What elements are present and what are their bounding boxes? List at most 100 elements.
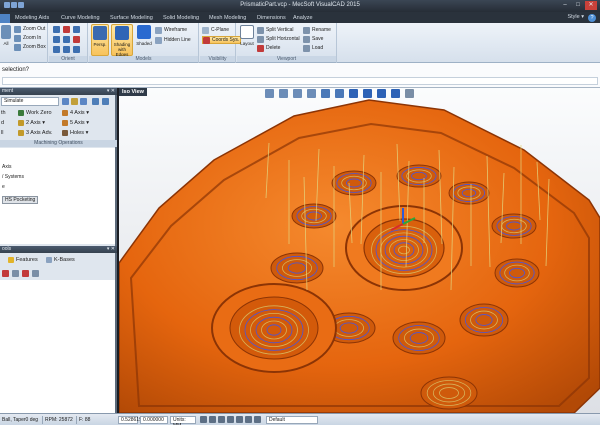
tab-modeling-aids[interactable]: Modeling Aids <box>12 14 52 23</box>
ops-left-item-3[interactable]: ll <box>1 130 3 136</box>
load-viewport-button[interactable]: Load <box>303 44 323 52</box>
ops-left-item-2[interactable]: d <box>1 120 4 126</box>
tab-mesh-modeling[interactable]: Mesh Modeling <box>206 14 249 23</box>
iso-view-icon[interactable] <box>377 89 386 98</box>
tree-item-e[interactable]: e <box>2 184 5 190</box>
units-field[interactable]: Units: MM <box>170 416 196 425</box>
tab-dimensions[interactable]: Dimensions <box>254 14 289 23</box>
holes-icon <box>62 130 68 136</box>
layer-dropdown[interactable]: Default <box>266 416 318 424</box>
view-iso2-icon[interactable] <box>63 46 70 53</box>
rotate-icon[interactable] <box>335 89 344 98</box>
snap-icon-1[interactable] <box>200 416 207 423</box>
snap-icon-5[interactable] <box>236 416 243 423</box>
feature-tool-icon-2[interactable] <box>12 270 19 277</box>
perspective-button[interactable]: Persp. <box>91 24 109 56</box>
view-bottom-icon[interactable] <box>53 36 60 43</box>
zoom-out-button[interactable]: Zoom Out <box>14 25 45 33</box>
coords-sys-button[interactable]: Coords Sys. <box>202 36 242 44</box>
tab-analyze[interactable]: Analyze <box>290 14 316 23</box>
view-iso-icon[interactable] <box>53 46 60 53</box>
minimize-button[interactable]: – <box>559 1 571 10</box>
2-axis-button[interactable]: 2 Axis ▾ <box>18 120 45 126</box>
style-menu[interactable]: Style ▾ <box>567 14 584 20</box>
zoom-extents-icon[interactable] <box>265 89 274 98</box>
x-coord-field[interactable]: 0.528619 <box>118 416 142 424</box>
tool-icon-3[interactable] <box>80 98 87 105</box>
wire-view-icon[interactable] <box>363 89 372 98</box>
view-back-icon[interactable] <box>63 36 70 43</box>
panel-pin-close-icon[interactable]: ▾ ✕ <box>107 88 115 95</box>
view-front-icon[interactable] <box>63 26 70 33</box>
simulate-dropdown[interactable]: Simulate <box>1 97 59 106</box>
3d-viewport[interactable]: Iso View <box>119 88 600 413</box>
work-zero-button[interactable]: Work Zero <box>18 110 52 116</box>
view-top-icon[interactable] <box>53 26 60 33</box>
view-left-icon[interactable] <box>73 36 80 43</box>
tree-item-hs-pocketing[interactable]: HS Pocketing <box>2 196 39 204</box>
view-right-icon[interactable] <box>73 26 80 33</box>
snap-icon-6[interactable] <box>245 416 252 423</box>
command-prompt: selection? <box>2 67 30 73</box>
snap-icon-2[interactable] <box>209 416 216 423</box>
tool-icon-1[interactable] <box>62 98 69 105</box>
k-bases-tab[interactable]: K-Bases <box>46 257 75 263</box>
cplane-button[interactable]: C-Plane <box>202 26 229 34</box>
settings-view-icon[interactable] <box>405 89 414 98</box>
snap-icon-7[interactable] <box>254 416 261 423</box>
tree-item-systems[interactable]: / Systems <box>2 174 24 180</box>
delete-viewport-button[interactable]: Delete <box>257 44 280 52</box>
app-menu-button[interactable] <box>0 14 10 23</box>
help-icon[interactable]: ? <box>588 14 596 22</box>
pan-icon[interactable] <box>321 89 330 98</box>
snap-icon-4[interactable] <box>227 416 234 423</box>
tab-curve-modeling[interactable]: Curve Modeling <box>58 14 103 23</box>
feature-tool-icon-4[interactable] <box>32 270 39 277</box>
tools-panel-close-icon[interactable]: ▾ ✕ <box>107 246 115 253</box>
ribbon-tabs: Modeling Aids Curve Modeling Surface Mod… <box>0 12 600 23</box>
tool-icon-5[interactable] <box>102 98 109 105</box>
machining-operations-label: Machining Operations <box>0 140 117 147</box>
feature-tool-icon-1[interactable] <box>2 270 9 277</box>
holes-button[interactable]: Holes ▾ <box>62 130 88 136</box>
feature-tool-icon-3[interactable] <box>22 270 29 277</box>
close-button[interactable]: ✕ <box>585 1 597 10</box>
layout-button[interactable]: Layout <box>238 24 256 56</box>
features-tab[interactable]: Features <box>8 257 38 263</box>
y-coord-field[interactable]: 0.000000 <box>140 416 168 424</box>
window-title: PrismaticPart.vcp - MecSoft VisualCAD 20… <box>240 2 360 8</box>
zoom-all-button[interactable]: All <box>0 24 12 56</box>
split-vertical-button[interactable]: Split Vertical <box>257 26 294 34</box>
5-axis-button[interactable]: 5 Axis ▾ <box>62 120 89 126</box>
snap-icon-3[interactable] <box>218 416 225 423</box>
wireframe-button[interactable]: Wireframe <box>155 26 187 34</box>
3-axis-adv-button[interactable]: 3 Axis Adv. <box>18 130 53 136</box>
zoom-box-icon[interactable] <box>307 89 316 98</box>
rename-viewport-button[interactable]: Rename <box>303 26 331 34</box>
load-icon <box>303 44 310 52</box>
tool-icon-4[interactable] <box>92 98 99 105</box>
tool-icon-2[interactable] <box>71 98 78 105</box>
view-iso3-icon[interactable] <box>73 46 80 53</box>
shaded-button[interactable]: Shaded <box>135 24 153 56</box>
shaded-view-icon[interactable] <box>349 89 358 98</box>
ops-left-item-1[interactable]: th <box>1 110 6 116</box>
zoom-in-icon[interactable] <box>279 89 288 98</box>
save-viewport-button[interactable]: Save <box>303 35 323 43</box>
shading-with-edges-button[interactable]: Shading with Edges <box>111 24 133 57</box>
tree-item-axis[interactable]: Axis <box>2 164 11 170</box>
tab-surface-modeling[interactable]: Surface Modeling <box>107 14 156 23</box>
pocket-9 <box>270 252 324 284</box>
hidden-line-button[interactable]: Hidden Line <box>155 36 191 44</box>
command-input[interactable] <box>2 77 598 85</box>
operations-tree: Axis / Systems e HS Pocketing <box>0 148 115 244</box>
zoom-box-button[interactable]: Zoom Box <box>14 43 46 51</box>
cube-view-icon[interactable] <box>391 89 400 98</box>
tab-solid-modeling[interactable]: Solid Modeling <box>160 14 202 23</box>
zoom-out-icon[interactable] <box>293 89 302 98</box>
zoom-in-button[interactable]: Zoom In <box>14 34 41 42</box>
split-horizontal-button[interactable]: Split Horizontal <box>257 35 300 43</box>
window-controls: – □ ✕ <box>558 1 597 11</box>
maximize-button[interactable]: □ <box>572 1 584 10</box>
4-axis-button[interactable]: 4 Axis ▾ <box>62 110 89 116</box>
